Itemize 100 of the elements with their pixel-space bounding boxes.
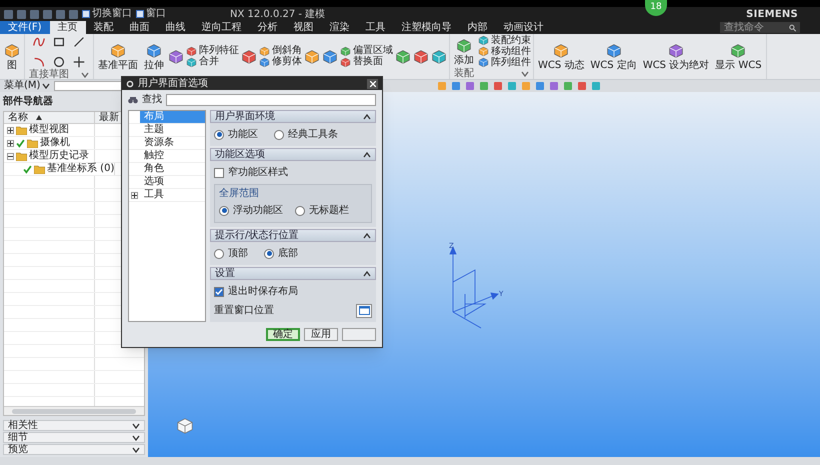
chevron-up-icon	[363, 232, 371, 238]
tool-button[interactable]	[395, 48, 411, 64]
radio-option[interactable]: 经典工具条	[274, 127, 338, 142]
cube-icon	[186, 56, 197, 68]
radio-button[interactable]	[274, 130, 284, 140]
dialog-button[interactable]: 应用	[304, 328, 338, 341]
ribbon-button[interactable]: 基准平面	[96, 42, 140, 70]
window-icon	[358, 306, 370, 315]
quick-access-button[interactable]: 切换窗口	[82, 9, 132, 19]
column-header[interactable]: 名称	[4, 112, 94, 123]
ribbon-button[interactable]: 阵列特征	[186, 46, 239, 56]
ribbon-tab[interactable]: 视图	[286, 21, 322, 34]
sketch-tool-button[interactable]	[51, 54, 67, 70]
radio-option[interactable]: 顶部	[214, 246, 248, 261]
ribbon-button[interactable]: WCS 设为绝对	[640, 42, 712, 70]
tool-button[interactable]	[304, 48, 320, 64]
radio-button[interactable]	[214, 248, 224, 258]
menu-button[interactable]: 菜单(M)	[4, 81, 50, 91]
cube-icon	[146, 42, 162, 58]
ribbon-tab[interactable]: 注塑模向导	[394, 21, 460, 34]
check-icon[interactable]	[16, 138, 25, 148]
search-field[interactable]	[166, 94, 376, 106]
scrollbar-thumb[interactable]	[12, 408, 136, 414]
expand-toggle[interactable]	[131, 192, 138, 198]
checkbox[interactable]	[214, 168, 224, 178]
ribbon-tab[interactable]: 装配	[86, 21, 122, 34]
tree-item-label[interactable]: 模型视图	[29, 125, 69, 135]
tree-item-label[interactable]: 摄像机	[40, 138, 70, 148]
command-search-field[interactable]: 查找命令	[720, 22, 800, 33]
section-header[interactable]: 设置	[210, 267, 376, 280]
tree-item-label[interactable]: 模型历史记录	[29, 151, 89, 161]
ribbon-tab[interactable]: 曲线	[158, 21, 194, 34]
tool-button[interactable]	[168, 48, 184, 64]
tool-button[interactable]	[322, 48, 338, 64]
collapsible-panel[interactable]: 细节	[3, 432, 145, 443]
ribbon-button[interactable]: 拉伸	[142, 42, 166, 70]
ribbon-button[interactable]: 合并	[186, 56, 239, 68]
section-header[interactable]: 功能区选项	[210, 148, 376, 161]
ribbon-button[interactable]: 偏置区域	[340, 46, 393, 56]
cube-icon	[340, 46, 351, 56]
reset-window-button[interactable]	[356, 304, 372, 318]
checkbox-option[interactable]: 退出时保存布局	[214, 284, 372, 299]
expand-toggle[interactable]	[7, 126, 14, 134]
check-icon[interactable]	[23, 164, 32, 174]
cube-icon	[304, 48, 320, 64]
tool-button[interactable]	[413, 48, 429, 64]
ribbon-button[interactable]: 倒斜角	[259, 46, 302, 56]
radio-button[interactable]	[214, 130, 224, 140]
cube-icon	[395, 48, 411, 64]
collapse-toggle[interactable]	[7, 152, 14, 160]
search-icon	[788, 24, 796, 32]
ribbon-tab[interactable]: 主页	[50, 21, 86, 34]
chevron-up-icon	[363, 114, 371, 120]
ribbon-button[interactable]: WCS 定向	[588, 42, 639, 70]
dialog-button[interactable]	[342, 328, 376, 341]
ribbon-button[interactable]: 移动组件	[478, 46, 531, 57]
sort-up-icon	[36, 115, 42, 120]
radio-option[interactable]: 底部	[264, 246, 298, 261]
ribbon-button[interactable]: WCS 动态	[536, 42, 586, 70]
radio-button[interactable]	[295, 206, 305, 216]
radio-button[interactable]	[264, 248, 274, 258]
section-header[interactable]: 提示行/状态行位置	[210, 229, 376, 242]
ribbon-tab[interactable]: 内部	[460, 21, 496, 34]
ribbon-tab[interactable]: 曲面	[122, 21, 158, 34]
radio-option[interactable]: 浮动功能区	[219, 203, 283, 218]
horizontal-scrollbar[interactable]	[4, 406, 144, 415]
radio-option[interactable]: 功能区	[214, 127, 258, 142]
ribbon-button[interactable]: 图	[2, 42, 22, 70]
sketch-tool-button[interactable]	[71, 54, 87, 70]
file-menu-button[interactable]: 文件(F)	[0, 21, 50, 34]
ribbon-button[interactable]: 添加	[452, 38, 476, 66]
collapsible-panel[interactable]: 预览	[3, 444, 145, 455]
close-button[interactable]	[367, 78, 378, 88]
tool-button[interactable]	[241, 48, 257, 64]
section-header[interactable]: 用户界面环境	[210, 110, 376, 123]
checkbox[interactable]	[214, 286, 224, 296]
radio-option[interactable]: 无标题栏	[295, 203, 349, 218]
tool-button[interactable]	[431, 48, 447, 64]
tree-item-label[interactable]: 基准坐标系 (0)	[47, 164, 114, 174]
ribbon-button[interactable]: 替换面	[340, 56, 393, 68]
ribbon-tab[interactable]: 分析	[250, 21, 286, 34]
view-cube-icon[interactable]	[176, 417, 194, 435]
ribbon-button[interactable]: 修剪体	[259, 56, 302, 68]
expand-toggle[interactable]	[7, 140, 14, 146]
ribbon-tab[interactable]: 逆向工程	[194, 21, 250, 34]
window-title: NX 12.0.0.27 - 建模	[230, 8, 326, 22]
radio-button[interactable]	[219, 206, 229, 216]
collapsible-panel[interactable]: 相关性	[3, 420, 145, 431]
quick-access-button[interactable]: 窗口	[136, 9, 166, 19]
ribbon-button[interactable]: 阵列组件	[478, 57, 531, 68]
ribbon-tab[interactable]: 渲染	[322, 21, 358, 34]
ribbon-tab[interactable]: 动画设计	[496, 21, 552, 34]
ribbon-tab[interactable]: 工具	[358, 21, 394, 34]
cube-icon	[478, 35, 489, 46]
ribbon-button[interactable]: 显示 WCS	[713, 42, 764, 70]
brand-logo: SIEMENS	[746, 8, 798, 22]
checkbox-option[interactable]: 窄功能区样式	[214, 165, 372, 180]
dialog-button[interactable]: 确定	[266, 328, 300, 341]
cube-icon	[478, 57, 489, 68]
ribbon-button[interactable]: 装配约束	[478, 35, 531, 46]
